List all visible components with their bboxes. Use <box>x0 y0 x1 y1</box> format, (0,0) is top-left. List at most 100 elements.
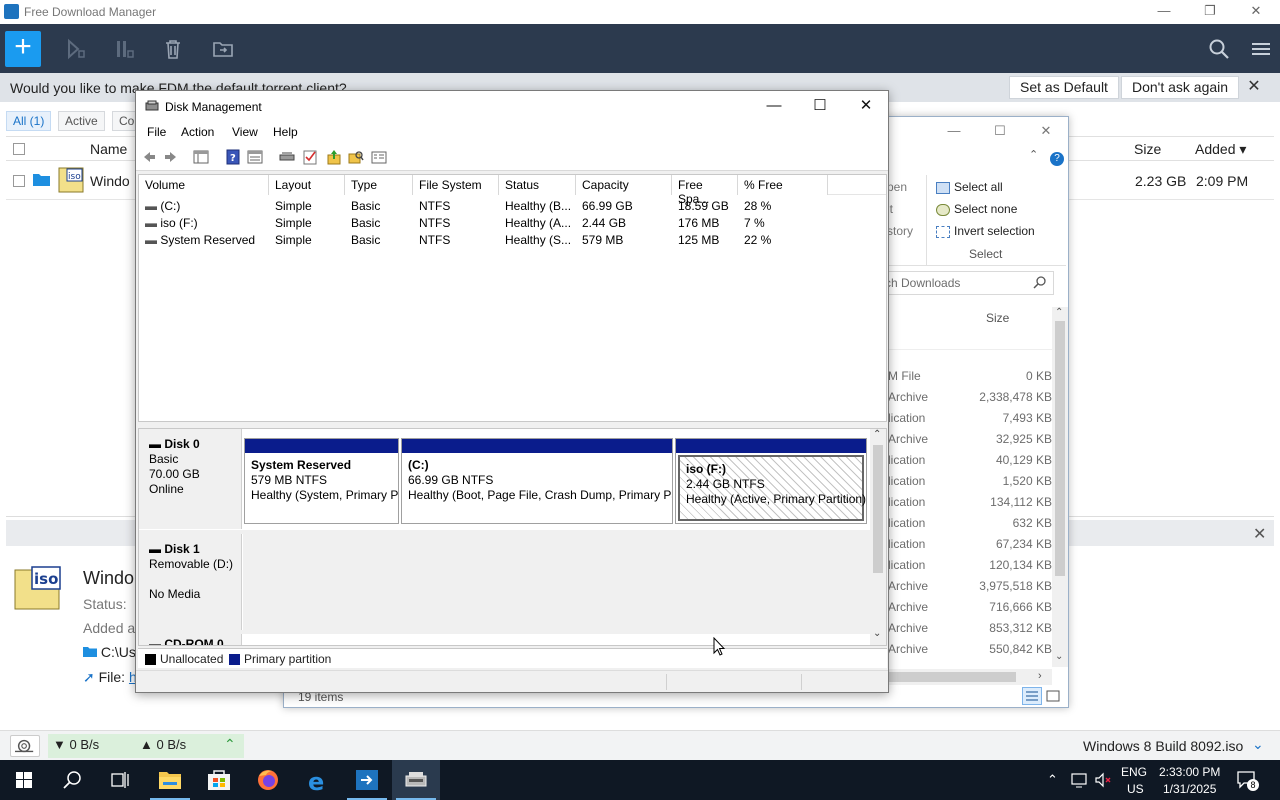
explorer-close-button[interactable]: ✕ <box>1026 123 1066 143</box>
taskbar-store[interactable] <box>195 760 243 800</box>
list-item[interactable]: Archive 550,842 KB <box>888 638 1052 659</box>
fdm-minimize-button[interactable]: — <box>1141 0 1187 24</box>
menu-view[interactable]: View <box>232 125 258 139</box>
dm-minimize-button[interactable]: — <box>751 91 797 121</box>
scrollbar-thumb[interactable] <box>873 445 883 573</box>
column-name[interactable]: Name <box>90 141 127 157</box>
list-item[interactable]: Archive 32,925 KB <box>888 428 1052 449</box>
help-icon[interactable]: ? <box>1050 152 1064 166</box>
taskbar-firefox[interactable] <box>244 760 292 800</box>
fdm-close-button[interactable]: ✕ <box>1233 0 1279 24</box>
input-region[interactable]: US <box>1127 782 1144 796</box>
column-added[interactable]: Added ▾ <box>1195 141 1246 158</box>
properties-icon[interactable] <box>371 149 387 165</box>
forward-icon[interactable] <box>163 149 179 165</box>
console-tree-icon[interactable] <box>193 149 209 165</box>
clock-time[interactable]: 2:33:00 PM <box>1159 765 1220 779</box>
move-folder-icon[interactable] <box>211 37 235 61</box>
invert-selection-button[interactable]: Invert selection <box>936 224 1035 238</box>
large-icons-view-icon[interactable] <box>1044 688 1062 704</box>
speed-indicator[interactable]: ▼ 0 B/s ▲ 0 B/s ⌃ <box>48 734 244 758</box>
list-item[interactable]: Archive 853,312 KB <box>888 617 1052 638</box>
cdrom-0-label[interactable]: ▬ CD-ROM 0 <box>139 634 242 645</box>
select-none-button[interactable]: Select none <box>936 202 1017 216</box>
details-view-icon[interactable] <box>1022 687 1042 705</box>
folder-up-icon[interactable] <box>326 149 342 165</box>
taskbar-fdm[interactable] <box>343 760 391 800</box>
task-view-button[interactable] <box>96 760 144 800</box>
list-item[interactable]: lication 632 KB <box>888 512 1052 533</box>
filter-tab-active[interactable]: Active <box>58 111 105 131</box>
scroll-right-icon[interactable]: › <box>1038 670 1042 682</box>
checklist-icon[interactable] <box>302 149 318 165</box>
column-type[interactable]: Type <box>345 175 413 195</box>
delete-icon[interactable] <box>161 37 185 61</box>
column-percent-free[interactable]: % Free <box>738 175 828 195</box>
explorer-minimize-button[interactable]: — <box>934 123 974 143</box>
table-row[interactable]: ▬ (C:) Simple Basic NTFS Healthy (B... 66.99 … <box>139 197 886 214</box>
scroll-up-icon[interactable]: ⌃ <box>1055 307 1063 318</box>
menu-help[interactable]: Help <box>273 125 298 139</box>
folder-search-icon[interactable] <box>348 149 364 165</box>
scroll-down-icon[interactable]: ⌄ <box>873 628 881 639</box>
disk-0-label[interactable]: ▬ Disk 0 Basic 70.00 GB Online <box>139 429 242 529</box>
clock-date[interactable]: 1/31/2025 <box>1163 782 1216 796</box>
chevron-down-icon[interactable]: ⌄ <box>1252 736 1264 753</box>
properties-pane-icon[interactable] <box>247 149 263 165</box>
help-book-icon[interactable]: ? <box>225 149 241 165</box>
start-button[interactable] <box>0 760 48 800</box>
ribbon-open-partial[interactable]: pen <box>887 180 907 194</box>
list-item[interactable]: Archive 2,338,478 KB <box>888 386 1052 407</box>
partition-c[interactable]: (C:) 66.99 GB NTFS Healthy (Boot, Page F… <box>401 438 673 524</box>
input-language[interactable]: ENG <box>1121 765 1147 779</box>
speed-expand-icon[interactable]: ⌃ <box>224 736 236 753</box>
volume-muted-icon[interactable] <box>1094 771 1112 789</box>
folder-icon[interactable] <box>33 172 50 186</box>
column-status[interactable]: Status <box>499 175 576 195</box>
list-item[interactable]: lication 40,129 KB <box>888 449 1052 470</box>
menu-file[interactable]: File <box>147 125 166 139</box>
explorer-vertical-scrollbar[interactable]: ⌃ ⌄ <box>1052 307 1068 667</box>
list-item[interactable]: Archive 716,666 KB <box>888 596 1052 617</box>
search-icon[interactable] <box>1207 37 1231 61</box>
list-item[interactable]: lication 134,112 KB <box>888 491 1052 512</box>
details-close-icon[interactable]: ✕ <box>1253 524 1266 544</box>
start-icon[interactable] <box>64 37 88 61</box>
menu-icon[interactable] <box>1249 37 1273 61</box>
network-icon[interactable] <box>1070 771 1088 789</box>
column-file-system[interactable]: File System <box>413 175 499 195</box>
taskbar-file-explorer[interactable] <box>146 760 194 800</box>
speed-mode-snail-icon[interactable] <box>10 735 40 757</box>
search-icon[interactable] <box>1033 275 1047 289</box>
taskbar-edge[interactable]: e <box>294 760 342 800</box>
scrollbar-thumb[interactable] <box>1055 321 1065 576</box>
column-free-space[interactable]: Free Spa... <box>672 175 738 206</box>
explorer-maximize-button[interactable]: ☐ <box>980 123 1020 143</box>
details-path[interactable]: C:\Us <box>83 644 136 660</box>
explorer-horizontal-scrollbar[interactable]: › <box>882 669 1052 685</box>
row-checkbox[interactable] <box>13 175 25 187</box>
connect-drive-icon[interactable] <box>279 149 295 165</box>
ribbon-history-partial[interactable]: story <box>887 224 913 238</box>
list-item[interactable]: lication 67,234 KB <box>888 533 1052 554</box>
taskbar-disk-management[interactable] <box>392 760 440 800</box>
list-item[interactable]: lication 7,493 KB <box>888 407 1052 428</box>
dont-ask-again-button[interactable]: Don't ask again <box>1121 76 1240 99</box>
column-volume[interactable]: Volume <box>139 175 269 195</box>
set-as-default-button[interactable]: Set as Default <box>1009 76 1119 99</box>
list-item[interactable]: M File 0 KB <box>888 365 1052 386</box>
ribbon-collapse-icon[interactable]: ⌃ <box>1029 148 1038 161</box>
select-all-checkbox[interactable] <box>13 143 25 155</box>
column-size-header[interactable]: Size <box>986 311 1009 325</box>
column-size[interactable]: Size <box>1134 141 1161 157</box>
dm-maximize-button[interactable]: ☐ <box>797 91 843 121</box>
partition-iso-f[interactable]: iso (F:) 2.44 GB NTFS Healthy (Active, P… <box>675 438 867 524</box>
back-icon[interactable] <box>141 149 157 165</box>
scroll-up-icon[interactable]: ⌃ <box>873 429 881 440</box>
partition-system-reserved[interactable]: System Reserved 579 MB NTFS Healthy (Sys… <box>244 438 399 524</box>
select-all-button[interactable]: Select all <box>936 180 1003 194</box>
graph-vertical-scrollbar[interactable]: ⌃ ⌄ <box>870 429 886 645</box>
action-center-icon[interactable]: 8 <box>1236 770 1259 791</box>
list-item[interactable]: Archive 3,975,518 KB <box>888 575 1052 596</box>
details-file[interactable]: ➚ File: h <box>83 669 137 686</box>
